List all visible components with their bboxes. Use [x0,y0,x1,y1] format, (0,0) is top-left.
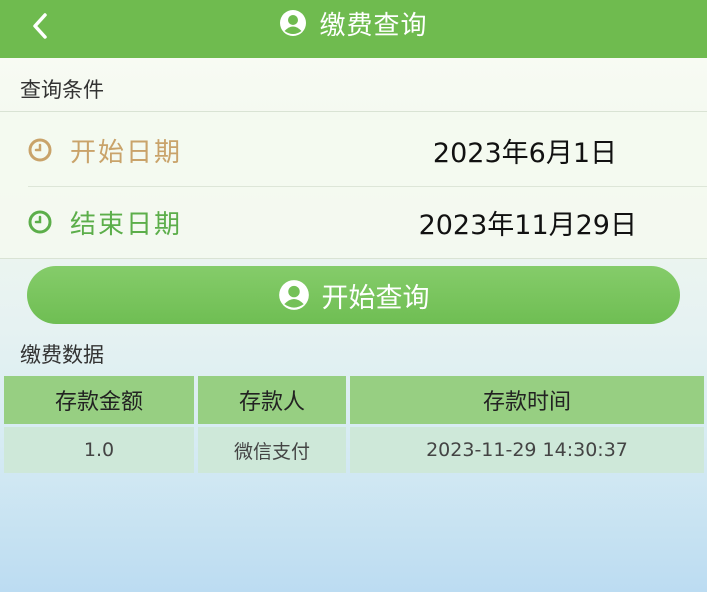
start-date-label-group: 开始日期 [28,132,182,169]
payment-table: 存款金额 存款人 存款时间 1.0 微信支付 2023-11-29 14:30:… [4,376,704,476]
table-row[interactable]: 1.0 微信支付 2023-11-29 14:30:37 [4,427,704,473]
column-header-amount: 存款金额 [4,376,194,424]
cell-depositor: 微信支付 [198,427,346,473]
clock-icon [28,138,52,162]
query-section-label: 查询条件 [20,78,104,102]
table-header-row: 存款金额 存款人 存款时间 [4,376,704,424]
user-circle-icon [278,280,309,310]
start-date-label: 开始日期 [70,137,183,168]
end-date-label-group: 结束日期 [28,204,182,241]
chevron-left-icon [33,13,47,39]
end-date-label: 结束日期 [70,209,183,240]
page-title: 缴费查询 [319,10,428,41]
results-section-label: 缴费数据 [20,343,104,367]
query-card: 开始日期 2023年6月1日 结束日期 2023年11月29日 [0,111,707,259]
app-header: 缴费查询 [0,0,707,58]
start-query-button[interactable]: 开始查询 [27,266,680,324]
column-header-depositor: 存款人 [198,376,346,424]
end-date-value: 2023年11月29日 [418,209,637,241]
user-circle-icon [280,10,307,36]
start-query-button-label: 开始查询 [321,282,430,314]
clock-icon [28,210,52,234]
header-title-group: 缴费查询 [279,5,427,42]
end-date-row[interactable]: 结束日期 2023年11月29日 [0,186,707,258]
column-header-time: 存款时间 [350,376,704,424]
cell-time: 2023-11-29 14:30:37 [350,427,704,473]
start-date-row[interactable]: 开始日期 2023年6月1日 [0,114,707,186]
cell-amount: 1.0 [4,427,194,473]
back-button[interactable] [22,8,58,44]
start-date-value: 2023年6月1日 [432,137,617,169]
